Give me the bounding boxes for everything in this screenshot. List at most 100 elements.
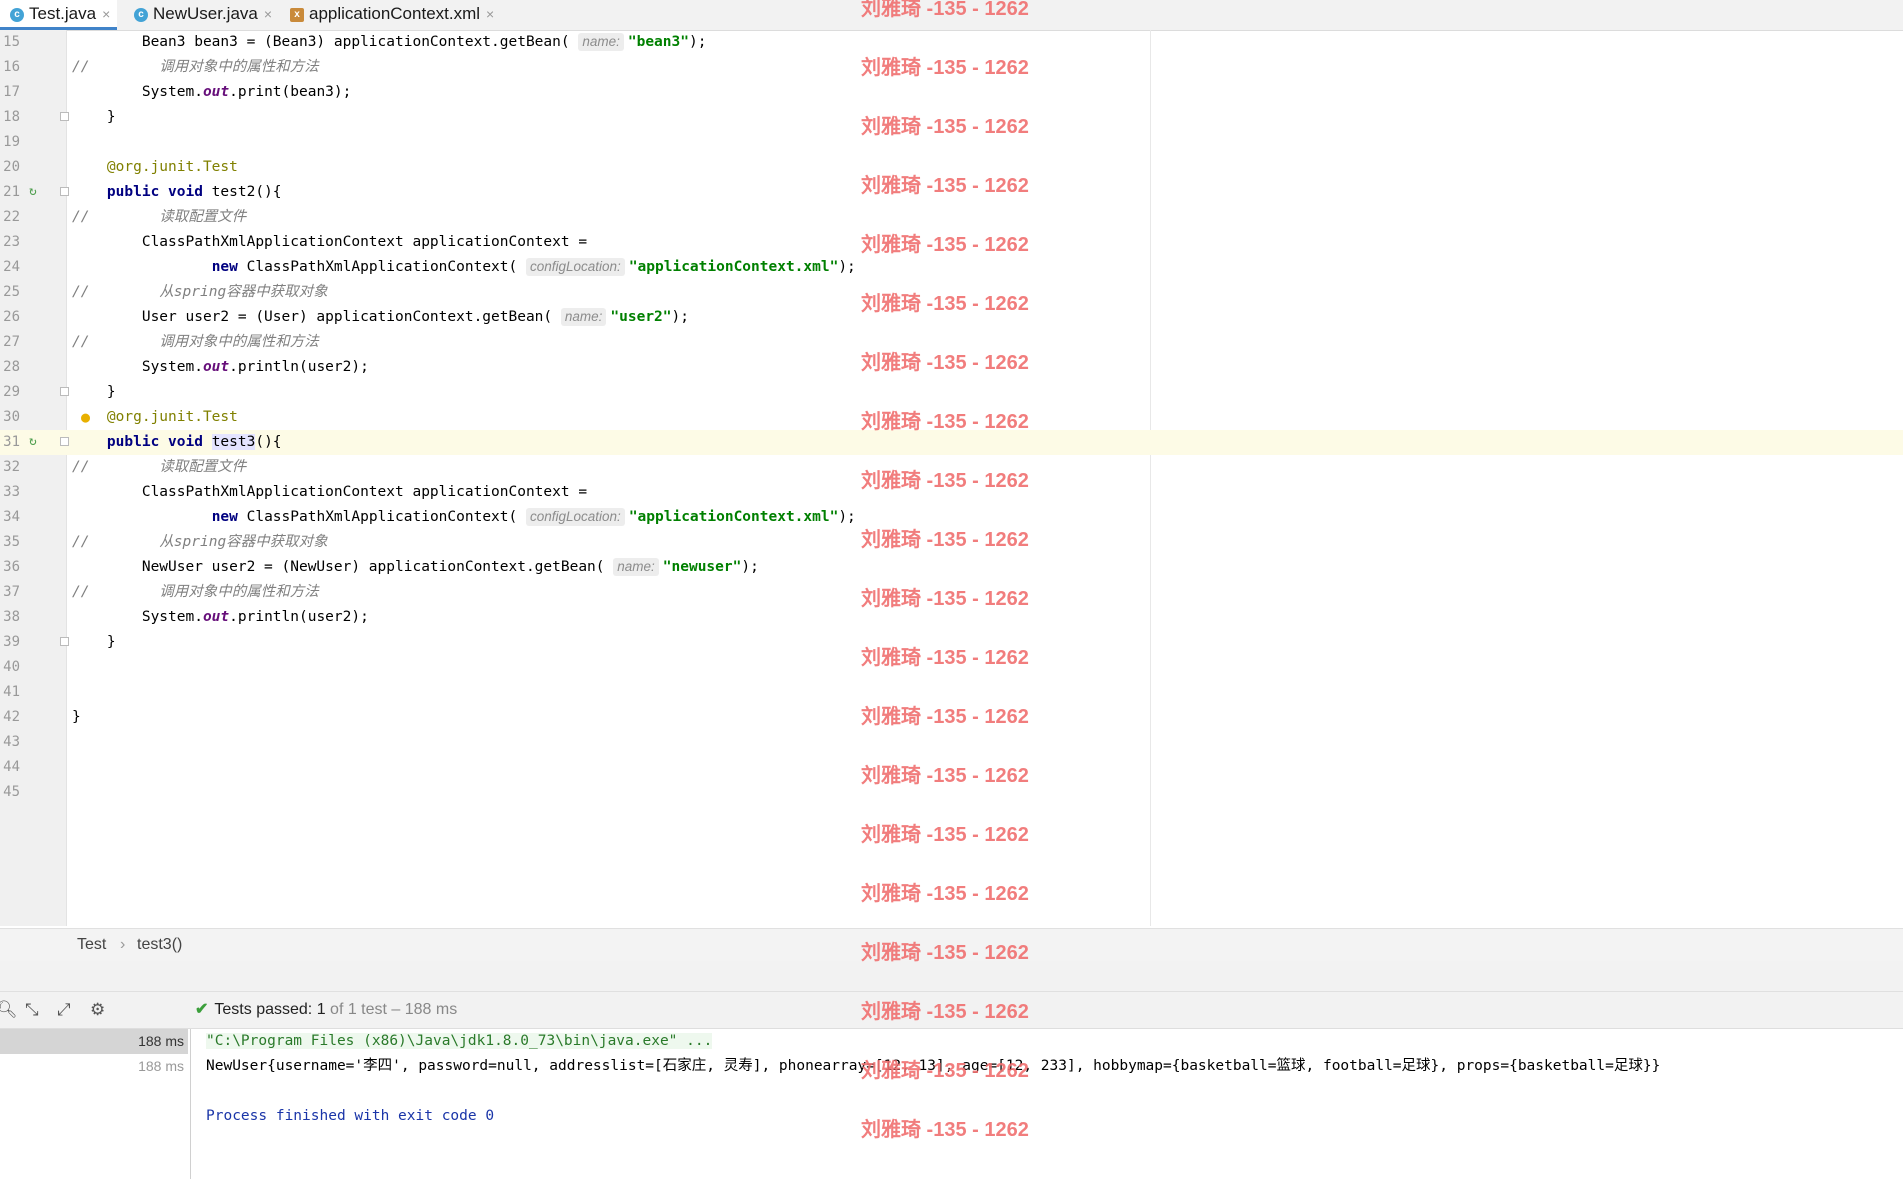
line-number: 38 [3,609,20,625]
code-line[interactable]: 24 new ClassPathXmlApplicationContext( c… [0,255,1903,280]
code-line[interactable]: 30 ● @org.junit.Test [0,405,1903,430]
breadcrumb-method[interactable]: test3() [137,929,182,961]
code-line[interactable]: 41 [0,680,1903,705]
line-number: 28 [3,359,20,375]
fold-marker-icon[interactable] [60,187,69,196]
line-number: 34 [3,509,20,525]
code-line[interactable]: 38 System.out.println(user2); [0,605,1903,630]
code-text: @org.junit.Test [106,159,238,175]
breadcrumb-class[interactable]: Test [77,929,106,961]
code-line[interactable]: 40 [0,655,1903,680]
java-class-icon: c [10,7,24,22]
close-icon[interactable]: × [486,6,494,22]
close-icon[interactable]: × [264,6,272,22]
code-line[interactable]: 29 } [0,380,1903,405]
code-text: // 从spring容器中获取对象 [72,534,328,550]
code-line[interactable]: 39 } [0,630,1903,655]
code-line[interactable]: 15 Bean3 bean3 = (Bean3) applicationCont… [0,30,1903,55]
console-output-line: NewUser{username='李四', password=null, ad… [206,1058,1661,1074]
code-line[interactable]: 42} [0,705,1903,730]
code-line[interactable]: 26 User user2 = (User) applicationContex… [0,305,1903,330]
code-line[interactable]: 18 } [0,105,1903,130]
code-line[interactable]: 22 // 读取配置文件 [0,205,1903,230]
line-number: 26 [3,309,20,325]
check-icon: ✔ [195,1001,209,1018]
line-number: 37 [3,584,20,600]
line-number: 18 [3,109,20,125]
code-line[interactable]: 31 ↻ public void test3(){ [0,430,1903,455]
code-line[interactable]: 20 @org.junit.Test [0,155,1903,180]
duration: 188 ms [138,1058,184,1074]
tool-window-header [0,961,1903,992]
tab-label: NewUser.java [153,4,258,23]
line-number: 15 [3,34,20,50]
tab-applicationcontext-xml[interactable]: x applicationContext.xml × [288,0,508,30]
code-text: } [72,709,81,725]
run-test-icon[interactable]: ↻ [29,184,37,200]
line-number: 19 [3,134,20,150]
fold-marker-icon[interactable] [60,437,69,446]
tree-row-test[interactable]: 188 ms [0,1054,188,1079]
line-number: 39 [3,634,20,650]
code-text: public void test3(){ [106,434,282,450]
code-line[interactable]: 27 // 调用对象中的属性和方法 [0,330,1903,355]
code-line[interactable]: 17 System.out.print(bean3); [0,80,1903,105]
line-number: 17 [3,84,20,100]
run-test-icon[interactable]: ↻ [29,434,37,450]
code-line[interactable]: 45 [0,780,1903,805]
code-text: System.out.println(user2); [72,359,369,375]
line-number: 44 [3,759,20,775]
code-text: } [72,109,116,125]
fold-marker-icon[interactable] [60,387,69,396]
code-line[interactable]: 25 // 从spring容器中获取对象 [0,280,1903,305]
line-number: 27 [3,334,20,350]
line-number: 30 [3,409,20,425]
tab-test-java[interactable]: c Test.java × [0,0,117,30]
code-line[interactable]: 23 ClassPathXmlApplicationContext applic… [0,230,1903,255]
code-line[interactable]: 32 // 读取配置文件 [0,455,1903,480]
fold-marker-icon[interactable] [60,637,69,646]
code-text: System.out.println(user2); [72,609,369,625]
close-icon[interactable]: × [102,6,110,22]
console-output[interactable]: "C:\Program Files (x86)\Java\jdk1.8.0_73… [206,1029,1896,1129]
test-results-tree: 188 ms 188 ms [0,1029,191,1179]
line-number: 35 [3,534,20,550]
status-suffix: of 1 test – 188 ms [330,1001,458,1018]
search-icon[interactable]: 🔍︎ [0,992,18,1028]
collapse-icon[interactable]: ⤡ [25,992,39,1028]
code-text: } [72,384,116,400]
code-line[interactable]: 21 ↻ public void test2(){ [0,180,1903,205]
code-line[interactable]: 44 [0,755,1903,780]
code-line[interactable]: 36 NewUser user2 = (NewUser) application… [0,555,1903,580]
tree-row-root[interactable]: 188 ms [0,1029,188,1054]
run-toolbar: 🔍︎ ⤡ ⤢ ⚙ ✔ Tests passed: 1 of 1 test – 18… [0,992,1903,1029]
export-icon[interactable]: ⤢ [57,992,71,1028]
fold-marker-icon[interactable] [60,112,69,121]
line-number: 20 [3,159,20,175]
line-number: 16 [3,59,20,75]
code-text: // 从spring容器中获取对象 [72,284,328,300]
code-line[interactable]: 19 [0,130,1903,155]
code-text: // 读取配置文件 [72,459,247,475]
code-line[interactable]: 35 // 从spring容器中获取对象 [0,530,1903,555]
console-command: "C:\Program Files (x86)\Java\jdk1.8.0_73… [206,1033,713,1049]
watermark-text: 刘雅琦 -135 - 1262 [861,824,1029,846]
code-line[interactable]: 33 ClassPathXmlApplicationContext applic… [0,480,1903,505]
tab-label: applicationContext.xml [309,4,481,23]
code-line[interactable]: 28 System.out.println(user2); [0,355,1903,380]
code-line[interactable]: 16 // 调用对象中的属性和方法 [0,55,1903,80]
code-line[interactable]: 37 // 调用对象中的属性和方法 [0,580,1903,605]
line-number: 45 [3,784,20,800]
xml-file-icon: x [290,7,304,22]
code-line[interactable]: 34 new ClassPathXmlApplicationContext( c… [0,505,1903,530]
watermark-text: 刘雅琦 -135 - 1262 [861,883,1029,905]
tab-newuser-java[interactable]: c NewUser.java × [130,0,275,30]
gear-icon[interactable]: ⚙ [90,992,105,1028]
code-text: @org.junit.Test [106,409,238,425]
line-number: 41 [3,684,20,700]
code-text: // 调用对象中的属性和方法 [72,334,319,350]
line-number: 36 [3,559,20,575]
line-number: 25 [3,284,20,300]
code-text: new ClassPathXmlApplicationContext( conf… [211,258,856,276]
code-line[interactable]: 43 [0,730,1903,755]
